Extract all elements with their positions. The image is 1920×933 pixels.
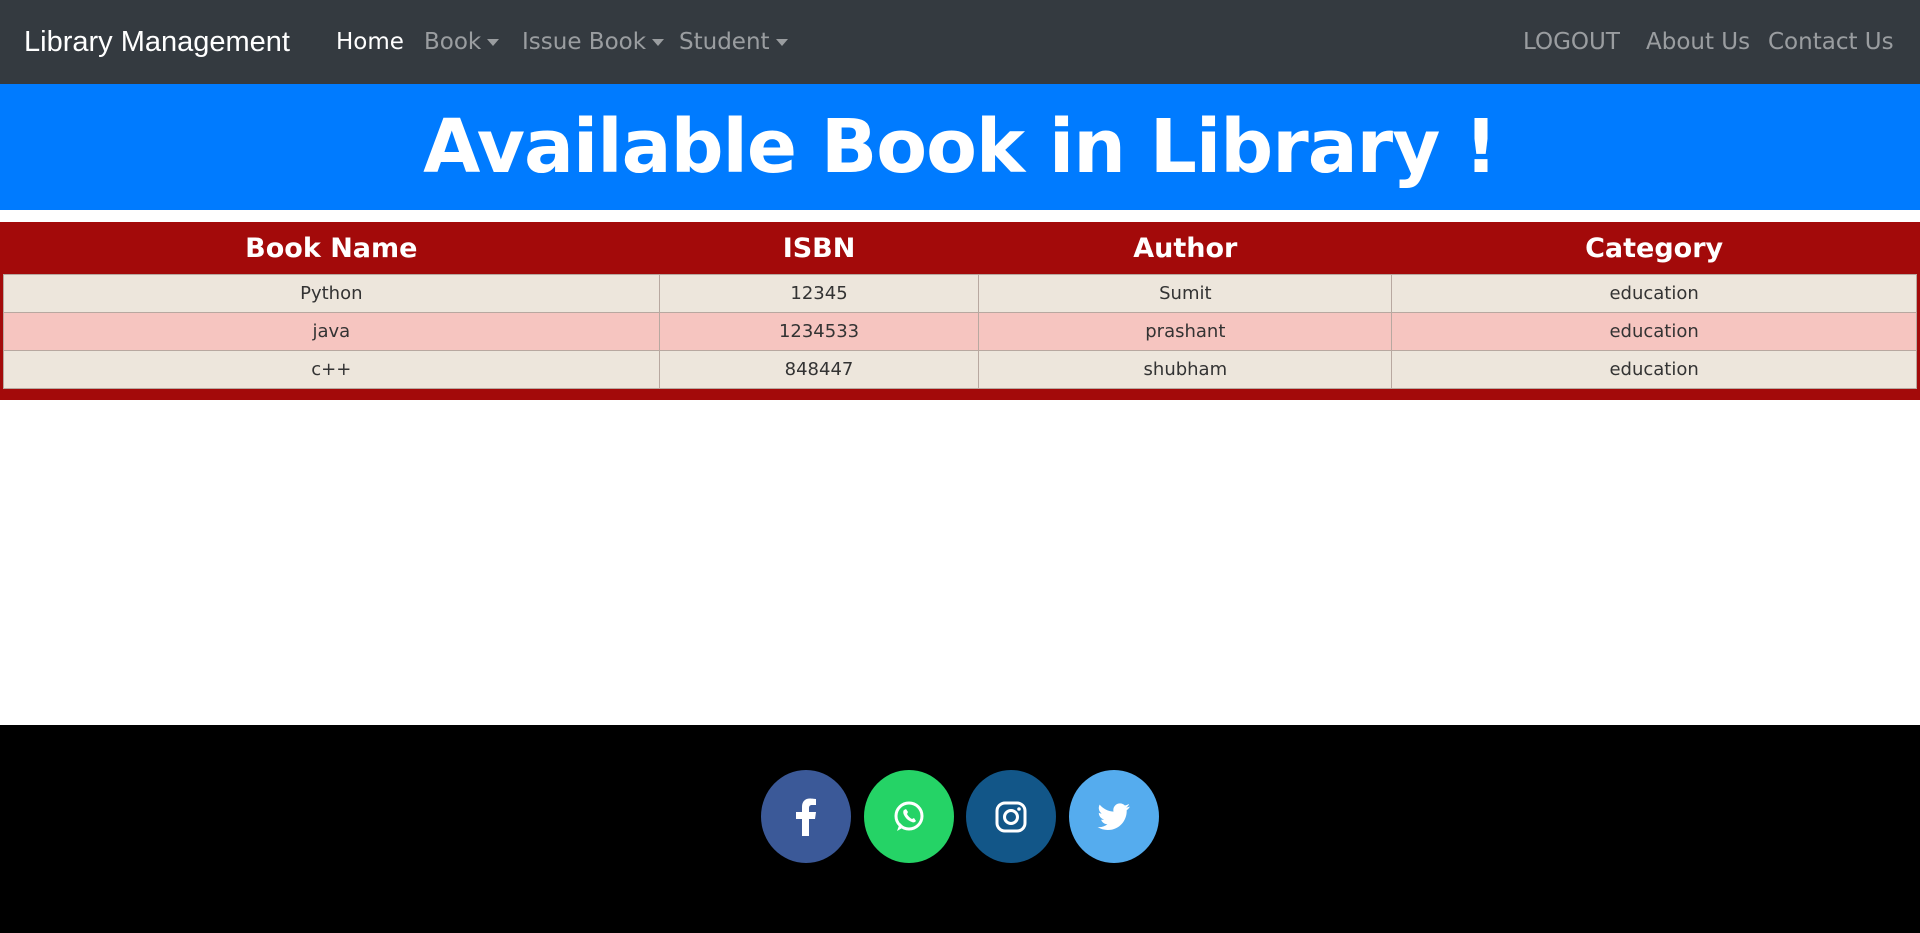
footer: [0, 725, 1920, 933]
nav-book-dropdown[interactable]: Book: [424, 0, 500, 84]
table-cell: 1234533: [658, 312, 980, 351]
facebook-icon: [796, 798, 816, 836]
nav-home-label: Home: [336, 29, 404, 55]
nav-issue-book-label: Issue Book: [522, 29, 647, 55]
whatsapp-icon: [894, 801, 924, 831]
table-cell: Python: [3, 274, 660, 313]
navbar: Library Management Home Book Issue Book …: [0, 0, 1920, 84]
page-title: Available Book in Library !: [423, 104, 1498, 190]
nav-issue-book-dropdown[interactable]: Issue Book: [522, 0, 665, 84]
chevron-down-icon: [487, 38, 500, 46]
nav-about-us-label: About Us: [1646, 29, 1751, 55]
table-cell: java: [3, 312, 660, 351]
table-cell: Sumit: [978, 274, 1393, 313]
column-header-author: Author: [1133, 232, 1238, 264]
table-cell: 12345: [658, 274, 980, 313]
nav-student-dropdown[interactable]: Student: [679, 0, 788, 84]
books-table: Book Name ISBN Author Category Python 12…: [3, 222, 1917, 389]
column-header-category: Category: [1585, 232, 1724, 264]
table-cell: c++: [3, 350, 660, 389]
nav-logout-label: LOGOUT: [1523, 29, 1620, 55]
table-cell: prashant: [978, 312, 1393, 351]
nav-student-label: Student: [679, 29, 770, 55]
nav-about-us[interactable]: About Us: [1646, 0, 1750, 84]
brand-link[interactable]: Library Management: [24, 0, 290, 84]
instagram-button[interactable]: [966, 770, 1056, 863]
nav-home[interactable]: Home: [336, 0, 404, 84]
twitter-icon: [1097, 802, 1130, 830]
table-cell: education: [1391, 350, 1917, 389]
table-header-row: Book Name ISBN Author Category: [4, 222, 1917, 275]
table-cell: 848447: [658, 350, 980, 389]
table-cell: shubham: [978, 350, 1393, 389]
nav-contact-us-label: Contact Us: [1768, 29, 1894, 55]
nav-contact-us[interactable]: Contact Us: [1768, 0, 1894, 84]
books-table-container: Book Name ISBN Author Category Python 12…: [0, 222, 1920, 400]
nav-logout[interactable]: LOGOUT: [1523, 0, 1620, 84]
facebook-button[interactable]: [761, 770, 851, 863]
table-row: Python 12345 Sumit education: [3, 274, 1917, 313]
instagram-icon: [995, 801, 1027, 832]
nav-book-label: Book: [424, 29, 482, 55]
column-header-book-name: Book Name: [245, 232, 418, 264]
table-cell: education: [1391, 274, 1917, 313]
table-row: c++ 848447 shubham education: [3, 350, 1917, 389]
page-banner: Available Book in Library !: [0, 84, 1920, 210]
chevron-down-icon: [775, 38, 788, 46]
column-header-isbn: ISBN: [782, 232, 856, 264]
twitter-button[interactable]: [1069, 770, 1159, 863]
chevron-down-icon: [652, 38, 665, 46]
table-row: java 1234533 prashant education: [3, 312, 1917, 351]
table-cell: education: [1391, 312, 1917, 351]
whatsapp-button[interactable]: [864, 770, 954, 863]
